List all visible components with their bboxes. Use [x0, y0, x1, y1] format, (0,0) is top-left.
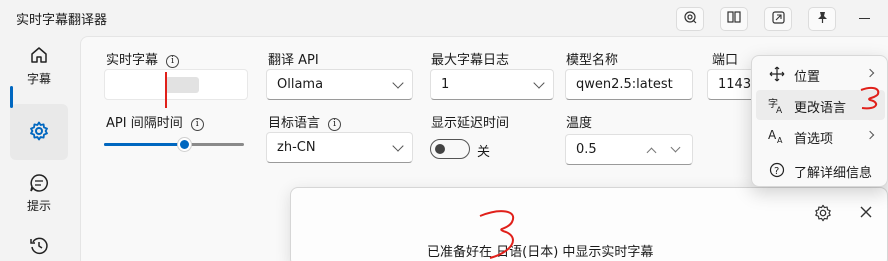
home-icon: [29, 45, 49, 68]
chevron-down-icon: [392, 77, 404, 89]
redacted-blur: [165, 77, 199, 93]
close-icon[interactable]: [859, 205, 873, 223]
pip-button[interactable]: [764, 7, 792, 31]
menu-label-position: 位置: [794, 70, 821, 85]
menu-item-position[interactable]: 位置: [756, 59, 885, 89]
columns-button[interactable]: [720, 7, 748, 31]
pip-icon: [771, 10, 785, 28]
nav-item-settings[interactable]: [10, 104, 68, 160]
nav-item-history[interactable]: [10, 236, 68, 260]
language-icon: 字A: [768, 96, 786, 114]
active-nav-indicator: [10, 86, 13, 108]
live-caption-input[interactable]: [104, 69, 248, 100]
chat-icon: [29, 173, 49, 196]
settings-gear-icon[interactable]: [814, 204, 832, 226]
temperature-label: 温度: [566, 116, 593, 131]
svg-text:A: A: [776, 106, 783, 114]
model-name-input[interactable]: qwen2.5:latest: [565, 69, 693, 100]
chevron-down-icon: [392, 140, 404, 152]
temperature-value: 0.5: [576, 142, 597, 157]
nav-label-prompts: 提示: [26, 199, 51, 213]
context-menu: 位置 字A 更改语言 AA 首选项 ? 了解详细信息: [751, 55, 888, 187]
show-delay-toggle[interactable]: [430, 139, 470, 159]
minimize-button[interactable]: [852, 9, 876, 27]
slider-thumb-dot: [180, 140, 189, 149]
live-caption-label-text: 实时字幕: [106, 53, 159, 68]
api-interval-slider[interactable]: [104, 143, 244, 146]
chevron-down-icon: [533, 77, 545, 89]
nav-item-prompts[interactable]: 提示: [10, 173, 68, 217]
api-interval-label: API 间隔时间 i: [106, 112, 204, 131]
target-lang-value: zh-CN: [277, 140, 316, 155]
history-icon: [29, 236, 49, 259]
translate-api-label: 翻译 API: [268, 53, 319, 68]
max-log-label: 最大字幕日志: [431, 53, 510, 68]
menu-label-change-language: 更改语言: [794, 101, 847, 116]
nav-label-captions: 字幕: [26, 72, 51, 86]
chevron-right-icon: [865, 130, 875, 140]
capture-button[interactable]: [676, 7, 704, 31]
api-interval-label-text: API 间隔时间: [106, 116, 183, 131]
menu-label-learn-more: 了解详细信息: [794, 166, 873, 181]
info-icon[interactable]: i: [328, 118, 342, 131]
pin-button[interactable]: [808, 7, 836, 31]
svg-text:A: A: [777, 136, 783, 145]
svg-text:A: A: [768, 128, 777, 142]
svg-text:?: ?: [774, 166, 779, 177]
menu-item-change-language[interactable]: 字A 更改语言: [756, 90, 885, 120]
app-title: 实时字幕翻译器: [16, 13, 108, 28]
caption-status-message: 已准备好在 日语(日本) 中显示实时字幕: [427, 245, 654, 260]
chevron-down-icon[interactable]: [670, 142, 681, 153]
translate-api-select[interactable]: Ollama: [266, 69, 413, 100]
model-name-label: 模型名称: [566, 53, 619, 68]
port-label: 端口: [712, 53, 739, 68]
show-delay-label: 显示延迟时间: [431, 116, 510, 131]
show-delay-state: 关: [477, 145, 491, 160]
text-size-icon: AA: [768, 127, 786, 145]
info-icon[interactable]: i: [190, 118, 204, 131]
max-log-select[interactable]: 1: [430, 69, 554, 100]
live-caption-label: 实时字幕 i: [106, 49, 180, 68]
slider-fill: [104, 143, 185, 146]
help-icon: ?: [768, 161, 786, 179]
target-lang-select[interactable]: zh-CN: [266, 132, 413, 163]
menu-item-preferences[interactable]: AA 首选项: [756, 121, 885, 151]
info-icon[interactable]: i: [166, 55, 180, 68]
gear-icon: [29, 121, 49, 144]
max-log-value: 1: [441, 77, 450, 92]
toggle-knob: [435, 144, 445, 154]
chevron-right-icon: [865, 68, 875, 78]
model-name-value: qwen2.5:latest: [576, 77, 673, 92]
columns-icon: [727, 11, 741, 27]
menu-label-preferences: 首选项: [794, 132, 834, 147]
slider-thumb[interactable]: [177, 137, 192, 152]
move-icon: [768, 65, 786, 83]
title-bar: 实时字幕翻译器: [0, 0, 888, 36]
port-input[interactable]: 1143: [707, 69, 757, 100]
temperature-input[interactable]: 0.5: [565, 134, 693, 165]
target-lang-label-text: 目标语言: [268, 116, 321, 131]
port-value: 1143: [718, 77, 752, 92]
capture-icon: [683, 10, 697, 28]
chevron-up-icon[interactable]: [646, 147, 657, 158]
pin-icon: [816, 11, 829, 28]
menu-item-learn-more[interactable]: ? 了解详细信息: [756, 155, 885, 185]
target-lang-label: 目标语言 i: [268, 112, 342, 131]
minimize-icon: [858, 17, 870, 19]
caption-dialog: 已准备好在 日语(日本) 中显示实时字幕: [290, 187, 888, 261]
translate-api-value: Ollama: [277, 77, 324, 92]
nav-item-captions[interactable]: 字幕: [10, 41, 68, 89]
